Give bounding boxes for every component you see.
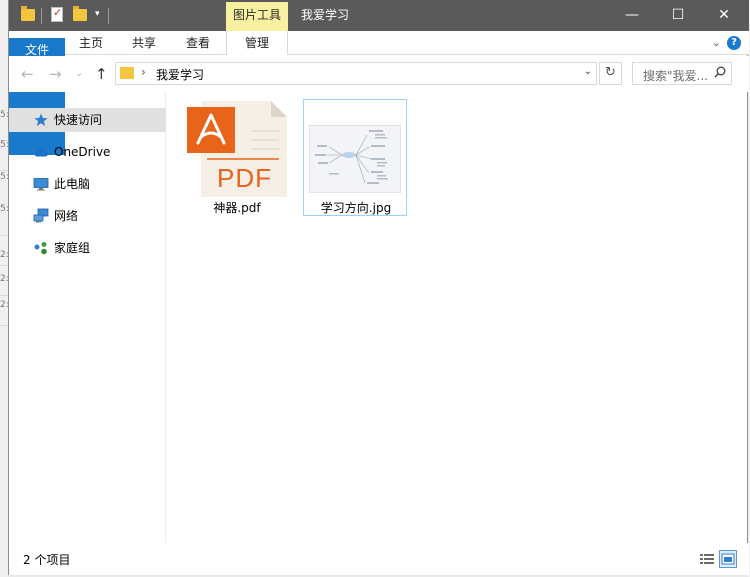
file-item-image[interactable]: 学习方向.jpg (303, 99, 407, 216)
tab-home[interactable]: 主页 (65, 31, 117, 55)
star-icon (33, 112, 49, 128)
address-dropdown-chevron-icon[interactable]: ⌄ (584, 66, 592, 77)
nav-item-onedrive[interactable]: OneDrive (9, 140, 166, 164)
file-name: 神器.pdf (213, 201, 261, 215)
tab-view[interactable]: 查看 (171, 31, 225, 55)
nav-item-homegroup[interactable]: 家庭组 (9, 236, 166, 260)
customize-toolbar-chevron-icon[interactable]: ▾ (95, 9, 100, 26)
computer-icon (33, 176, 49, 192)
search-icon (714, 66, 726, 81)
pdf-icon: PDF (187, 101, 287, 200)
address-row: ← → ⌄ ↑ › 我爱学习 ⌄ ↻ 搜索"我爱... (9, 56, 749, 92)
navigation-pane: 快速访问 OneDrive 此电脑 网络 家庭组 (9, 92, 166, 543)
nav-item-label: OneDrive (54, 145, 111, 159)
forward-arrow-icon[interactable]: → (49, 65, 62, 83)
status-bar: 2 个项目 (9, 543, 749, 575)
expand-ribbon-chevron-icon[interactable]: ⌄ (712, 36, 721, 49)
minimize-button[interactable]: — (609, 0, 655, 31)
homegroup-icon (33, 240, 49, 256)
properties-icon[interactable] (51, 6, 63, 22)
nav-item-network[interactable]: 网络 (9, 204, 166, 228)
file-name: 学习方向.jpg (320, 201, 392, 215)
nav-item-label: 快速访问 (54, 113, 103, 127)
recent-locations-chevron-icon[interactable]: ⌄ (75, 68, 83, 79)
breadcrumb-folder[interactable]: 我爱学习 (156, 66, 204, 83)
nav-item-label: 网络 (54, 209, 79, 223)
close-button[interactable]: ✕ (701, 0, 747, 31)
tab-share[interactable]: 共享 (117, 31, 171, 55)
search-placeholder: 搜索"我爱... (643, 69, 708, 83)
maximize-button[interactable]: ☐ (655, 0, 701, 31)
toolbar-separator (108, 8, 109, 24)
address-bar[interactable]: › 我爱学习 ⌄ (115, 62, 597, 85)
folder-icon (21, 6, 35, 21)
back-arrow-icon[interactable]: ← (21, 65, 34, 83)
title-bar: ▾ 图片工具 我爱学习 — ☐ ✕ (9, 0, 749, 31)
network-icon (33, 208, 49, 224)
nav-item-quick-access[interactable]: 快速访问 (9, 108, 166, 132)
new-folder-icon[interactable] (73, 6, 87, 21)
window-title: 我爱学习 (301, 8, 350, 22)
file-list: PDF 神器.pdf 学习方向.jpg (167, 92, 748, 543)
details-view-icon[interactable] (699, 551, 715, 567)
picture-tools-contextual-tab: 图片工具 (226, 2, 288, 31)
item-count: 2 个项目 (23, 553, 71, 567)
cloud-icon (33, 144, 49, 160)
help-icon[interactable]: ? (727, 36, 741, 50)
nav-item-label: 家庭组 (54, 241, 91, 255)
refresh-button[interactable]: ↻ (599, 62, 622, 85)
up-arrow-icon[interactable]: ↑ (95, 65, 108, 83)
background-app-edge: 5: 5: 5: 5: 2: 2: 2: (0, 0, 8, 577)
nav-item-this-pc[interactable]: 此电脑 (9, 172, 166, 196)
explorer-window: ▾ 图片工具 我爱学习 — ☐ ✕ 文件 主页 共享 查看 管理 ⌄ ? ← →… (8, 0, 749, 575)
pdf-badge-label: PDF (217, 163, 272, 193)
nav-item-label: 此电脑 (54, 177, 91, 191)
ribbon-tabs: 文件 主页 共享 查看 管理 ⌄ ? (9, 31, 749, 155)
large-icons-view-icon[interactable] (719, 550, 737, 568)
toolbar-separator (41, 8, 42, 24)
file-item-pdf[interactable]: PDF 神器.pdf (185, 99, 289, 216)
folder-icon (120, 67, 134, 79)
image-thumbnail (308, 124, 402, 196)
breadcrumb-separator-icon[interactable]: › (141, 65, 146, 79)
tab-manage[interactable]: 管理 (226, 31, 288, 55)
search-input[interactable]: 搜索"我爱... (632, 62, 732, 85)
